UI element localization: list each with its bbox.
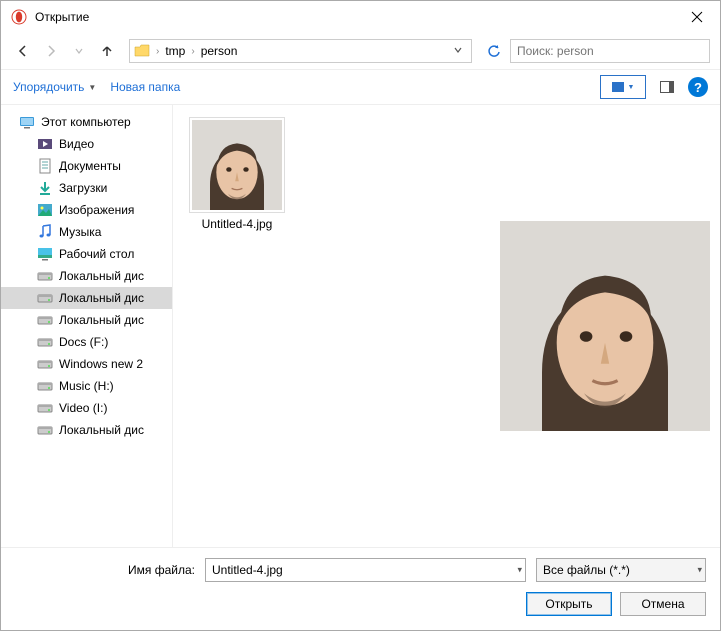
filter-display: Все файлы (*.*) <box>536 558 706 582</box>
view-mode-button[interactable]: ▼ <box>600 75 646 99</box>
tree-item-label: Изображения <box>59 203 134 217</box>
organize-menu[interactable]: Упорядочить ▼ <box>13 80 96 94</box>
folder-icon <box>134 43 150 59</box>
preview-pane-icon <box>660 81 674 93</box>
footer: Имя файла: ▾ Все файлы (*.*) ▾ Открыть О… <box>1 547 720 630</box>
docs-icon <box>37 158 53 174</box>
filename-input[interactable] <box>205 558 526 582</box>
dialog-title: Открытие <box>35 10 674 24</box>
toolbar: Упорядочить ▼ Новая папка ▼ ? <box>1 69 720 105</box>
file-item[interactable]: Untitled-4.jpg <box>185 117 289 231</box>
tree-item-label: Этот компьютер <box>41 115 131 129</box>
tree-item-label: Загрузки <box>59 181 107 195</box>
tree-item[interactable]: Windows new 2 <box>1 353 172 375</box>
tree-item-label: Локальный дис <box>59 313 144 327</box>
file-list[interactable]: Untitled-4.jpg <box>173 105 490 547</box>
tree-item-label: Windows new 2 <box>59 357 143 371</box>
tree-item[interactable]: Локальный дис <box>1 309 172 331</box>
help-button[interactable]: ? <box>688 77 708 97</box>
organize-label: Упорядочить <box>13 80 84 94</box>
desk-icon <box>37 246 53 262</box>
drive-icon <box>37 422 53 438</box>
file-thumbnail <box>189 117 285 213</box>
music-icon <box>37 224 53 240</box>
tree-item[interactable]: Музыка <box>1 221 172 243</box>
drive-icon <box>37 400 53 416</box>
tree-item[interactable]: Локальный дис <box>1 419 172 441</box>
opera-icon <box>11 9 27 25</box>
preview-image <box>500 221 710 431</box>
drive-icon <box>37 378 53 394</box>
filename-label: Имя файла: <box>15 563 195 577</box>
navigation-tree[interactable]: Этот компьютер Видео Документы Загрузки Изоб… <box>1 105 173 547</box>
new-folder-button[interactable]: Новая папка <box>110 80 180 94</box>
new-folder-label: Новая папка <box>110 80 180 94</box>
tree-item[interactable]: Docs (F:) <box>1 331 172 353</box>
back-button[interactable] <box>11 39 35 63</box>
down-icon <box>37 180 53 196</box>
pc-icon <box>19 114 35 130</box>
tree-item[interactable]: Video (I:) <box>1 397 172 419</box>
tree-item[interactable]: Видео <box>1 133 172 155</box>
tree-item[interactable]: Локальный дис <box>1 265 172 287</box>
recent-dropdown[interactable] <box>67 39 91 63</box>
thumbnail-icon <box>612 82 624 92</box>
breadcrumb-dropdown[interactable] <box>449 44 467 58</box>
video-icon <box>37 136 53 152</box>
img-icon <box>37 202 53 218</box>
tree-item[interactable]: Документы <box>1 155 172 177</box>
drive-icon <box>37 334 53 350</box>
refresh-button[interactable] <box>482 39 506 63</box>
tree-item[interactable]: Изображения <box>1 199 172 221</box>
breadcrumb-segment[interactable]: person <box>197 44 242 58</box>
tree-item-label: Рабочий стол <box>59 247 134 261</box>
breadcrumb-segment[interactable]: tmp <box>161 44 189 58</box>
tree-item-label: Локальный дис <box>59 423 144 437</box>
drive-icon <box>37 356 53 372</box>
search-input[interactable] <box>510 39 710 63</box>
tree-item[interactable]: Локальный дис <box>1 287 172 309</box>
chevron-right-icon: › <box>189 46 196 57</box>
tree-item-label: Локальный дис <box>59 291 144 305</box>
tree-item-label: Локальный дис <box>59 269 144 283</box>
tree-item-label: Видео <box>59 137 94 151</box>
chevron-down-icon: ▼ <box>628 84 635 91</box>
open-button[interactable]: Открыть <box>526 592 612 616</box>
content-area: Untitled-4.jpg <box>173 105 720 547</box>
drive-icon <box>37 312 53 328</box>
chevron-down-icon: ▼ <box>88 83 96 92</box>
tree-item[interactable]: Загрузки <box>1 177 172 199</box>
open-file-dialog: Открытие › tmp › person Упорядочить ▼ Нов… <box>0 0 721 631</box>
dialog-body: Этот компьютер Видео Документы Загрузки Изоб… <box>1 105 720 547</box>
tree-item-label: Документы <box>59 159 121 173</box>
tree-item[interactable]: Этот компьютер <box>1 111 172 133</box>
close-button[interactable] <box>674 1 720 33</box>
preview-pane <box>490 105 720 547</box>
drive-icon <box>37 268 53 284</box>
tree-item[interactable]: Music (H:) <box>1 375 172 397</box>
forward-button[interactable] <box>39 39 63 63</box>
drive-icon <box>37 290 53 306</box>
preview-pane-toggle[interactable] <box>654 75 680 99</box>
titlebar: Открытие <box>1 1 720 33</box>
nav-bar: › tmp › person <box>1 33 720 69</box>
tree-item[interactable]: Рабочий стол <box>1 243 172 265</box>
tree-item-label: Music (H:) <box>59 379 114 393</box>
tree-item-label: Музыка <box>59 225 101 239</box>
file-name: Untitled-4.jpg <box>202 217 273 231</box>
tree-item-label: Docs (F:) <box>59 335 108 349</box>
chevron-right-icon: › <box>154 46 161 57</box>
breadcrumb[interactable]: › tmp › person <box>129 39 472 63</box>
up-button[interactable] <box>95 39 119 63</box>
cancel-button[interactable]: Отмена <box>620 592 706 616</box>
filetype-filter[interactable]: Все файлы (*.*) ▾ <box>536 558 706 582</box>
tree-item-label: Video (I:) <box>59 401 107 415</box>
filename-combo[interactable]: ▾ <box>205 558 526 582</box>
